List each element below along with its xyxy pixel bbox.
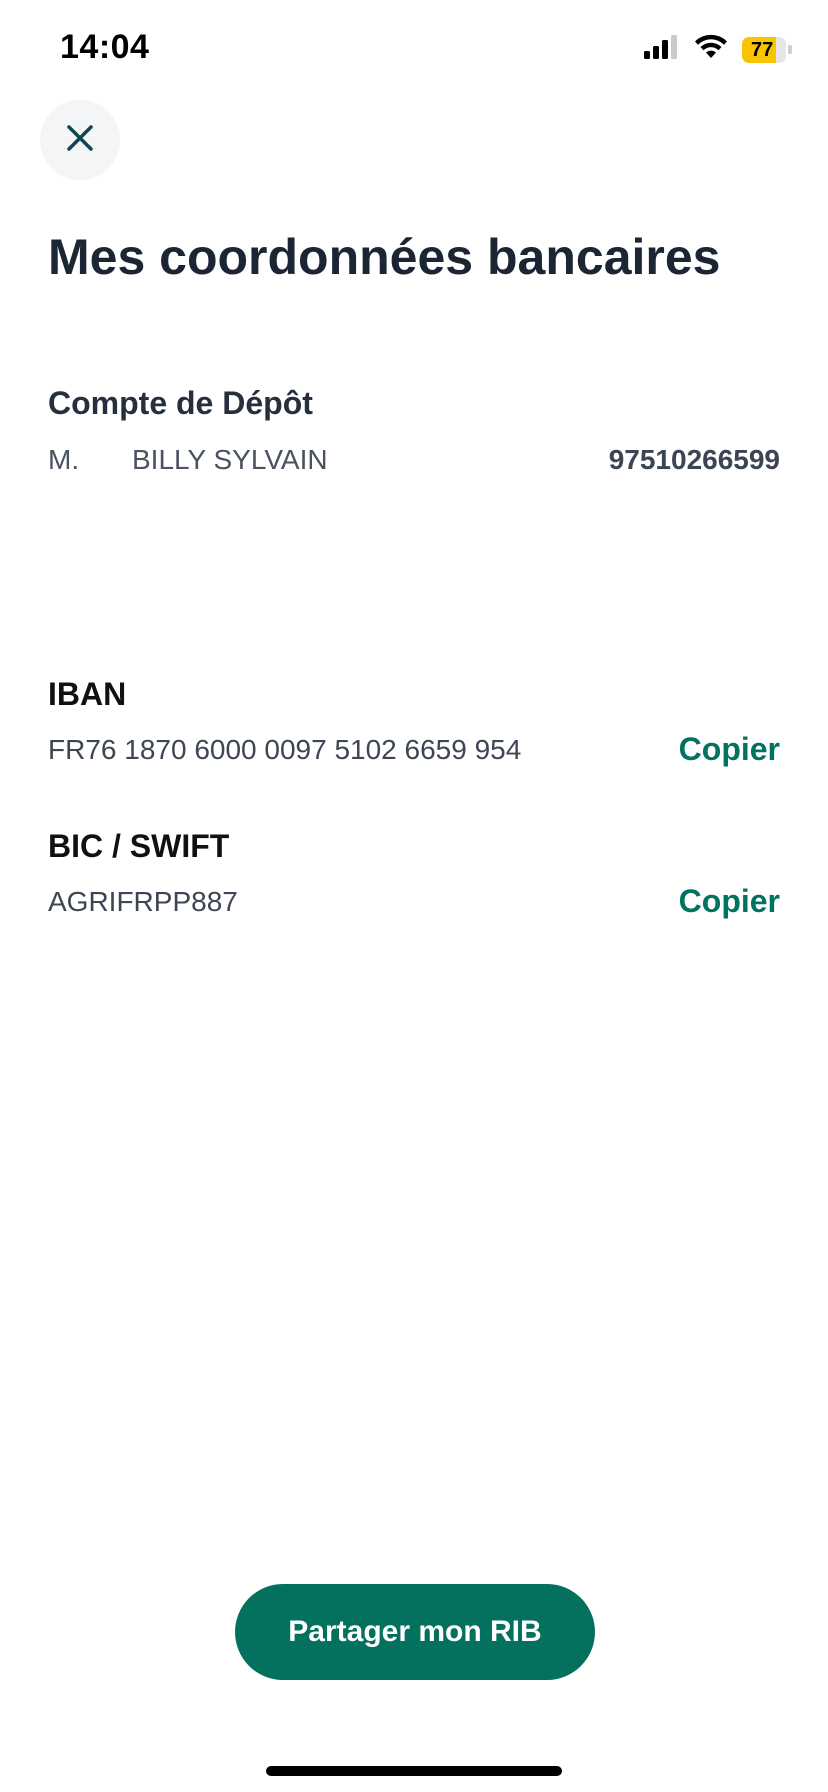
iban-value: FR76 1870 6000 0097 5102 6659 954 — [48, 733, 522, 765]
bic-label: BIC / SWIFT — [48, 828, 230, 864]
account-name: Compte de Dépôt — [48, 385, 313, 421]
share-rib-button[interactable]: Partager mon RIB — [235, 1584, 595, 1680]
battery-level: 77 — [750, 38, 774, 61]
copy-bic-button[interactable]: Copier — [679, 883, 780, 920]
status-bar: 14:04 77 — [0, 0, 828, 100]
bic-value: AGRIFRPP887 — [48, 885, 238, 917]
bic-row: AGRIFRPP887 Copier — [48, 883, 780, 920]
home-indicator[interactable] — [266, 1766, 562, 1776]
wifi-icon — [694, 34, 728, 65]
page-title: Mes coordonnées bancaires — [48, 229, 721, 285]
iban-label: IBAN — [48, 676, 127, 712]
holder-civility: M. — [48, 444, 80, 475]
status-time: 14:04 — [60, 28, 150, 66]
account-row: M. BILLY SYLVAIN 97510266599 — [48, 444, 780, 476]
status-icons: 77 — [644, 34, 792, 65]
iban-row: FR76 1870 6000 0097 5102 6659 954 Copier — [48, 731, 780, 768]
battery-icon: 77 — [742, 36, 792, 63]
account-section: Compte de Dépôt M. BILLY SYLVAIN 9751026… — [48, 385, 780, 476]
holder-name: BILLY SYLVAIN — [132, 444, 328, 475]
copy-iban-button[interactable]: Copier — [679, 731, 780, 768]
iban-section: IBAN FR76 1870 6000 0097 5102 6659 954 C… — [48, 676, 780, 768]
close-button[interactable] — [40, 100, 120, 180]
close-icon — [66, 124, 94, 157]
bic-section: BIC / SWIFT AGRIFRPP887 Copier — [48, 828, 780, 920]
signal-icon — [644, 35, 680, 64]
account-number: 97510266599 — [608, 444, 780, 475]
